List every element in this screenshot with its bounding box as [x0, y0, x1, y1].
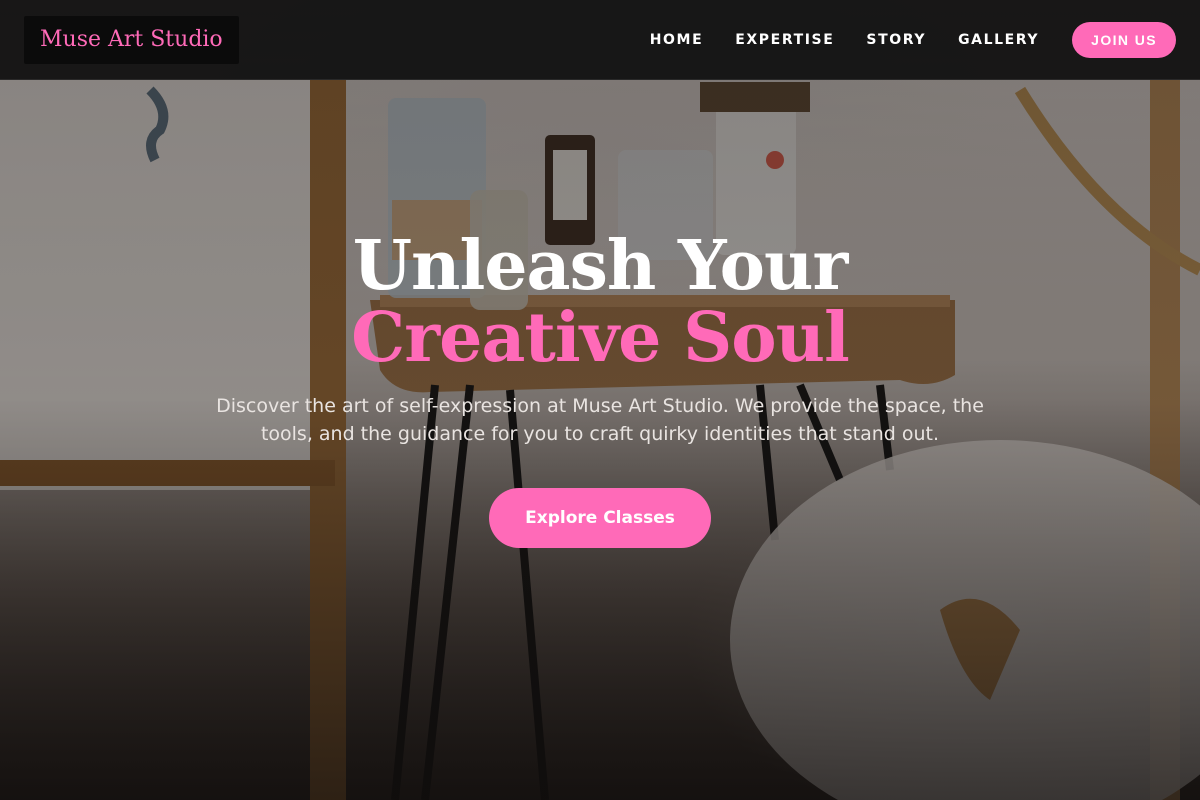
- logo-text[interactable]: Muse Art Studio: [40, 27, 223, 52]
- logo[interactable]: Muse Art Studio: [24, 15, 239, 64]
- explore-classes-button[interactable]: Explore Classes: [489, 488, 711, 548]
- join-us-button[interactable]: JOIN US: [1072, 21, 1176, 58]
- nav-link-story[interactable]: STORY: [866, 32, 926, 48]
- main-nav: HOME EXPERTISE STORY GALLERY JOIN US: [618, 21, 1176, 58]
- hero-title: Unleash Your Creative Soul: [220, 230, 980, 374]
- nav-link-expertise[interactable]: EXPERTISE: [735, 32, 834, 48]
- hero-title-accent: Creative Soul: [351, 298, 850, 378]
- hero-section: Unleash Your Creative Soul Discover the …: [0, 230, 1200, 548]
- nav-link-home[interactable]: HOME: [650, 32, 704, 48]
- hero-subtitle: Discover the art of self-expression at M…: [216, 395, 984, 445]
- site-header: Muse Art Studio HOME EXPERTISE STORY GAL…: [0, 0, 1200, 80]
- nav-link-gallery[interactable]: GALLERY: [958, 32, 1039, 48]
- hero-title-plain: Unleash Your: [352, 226, 849, 306]
